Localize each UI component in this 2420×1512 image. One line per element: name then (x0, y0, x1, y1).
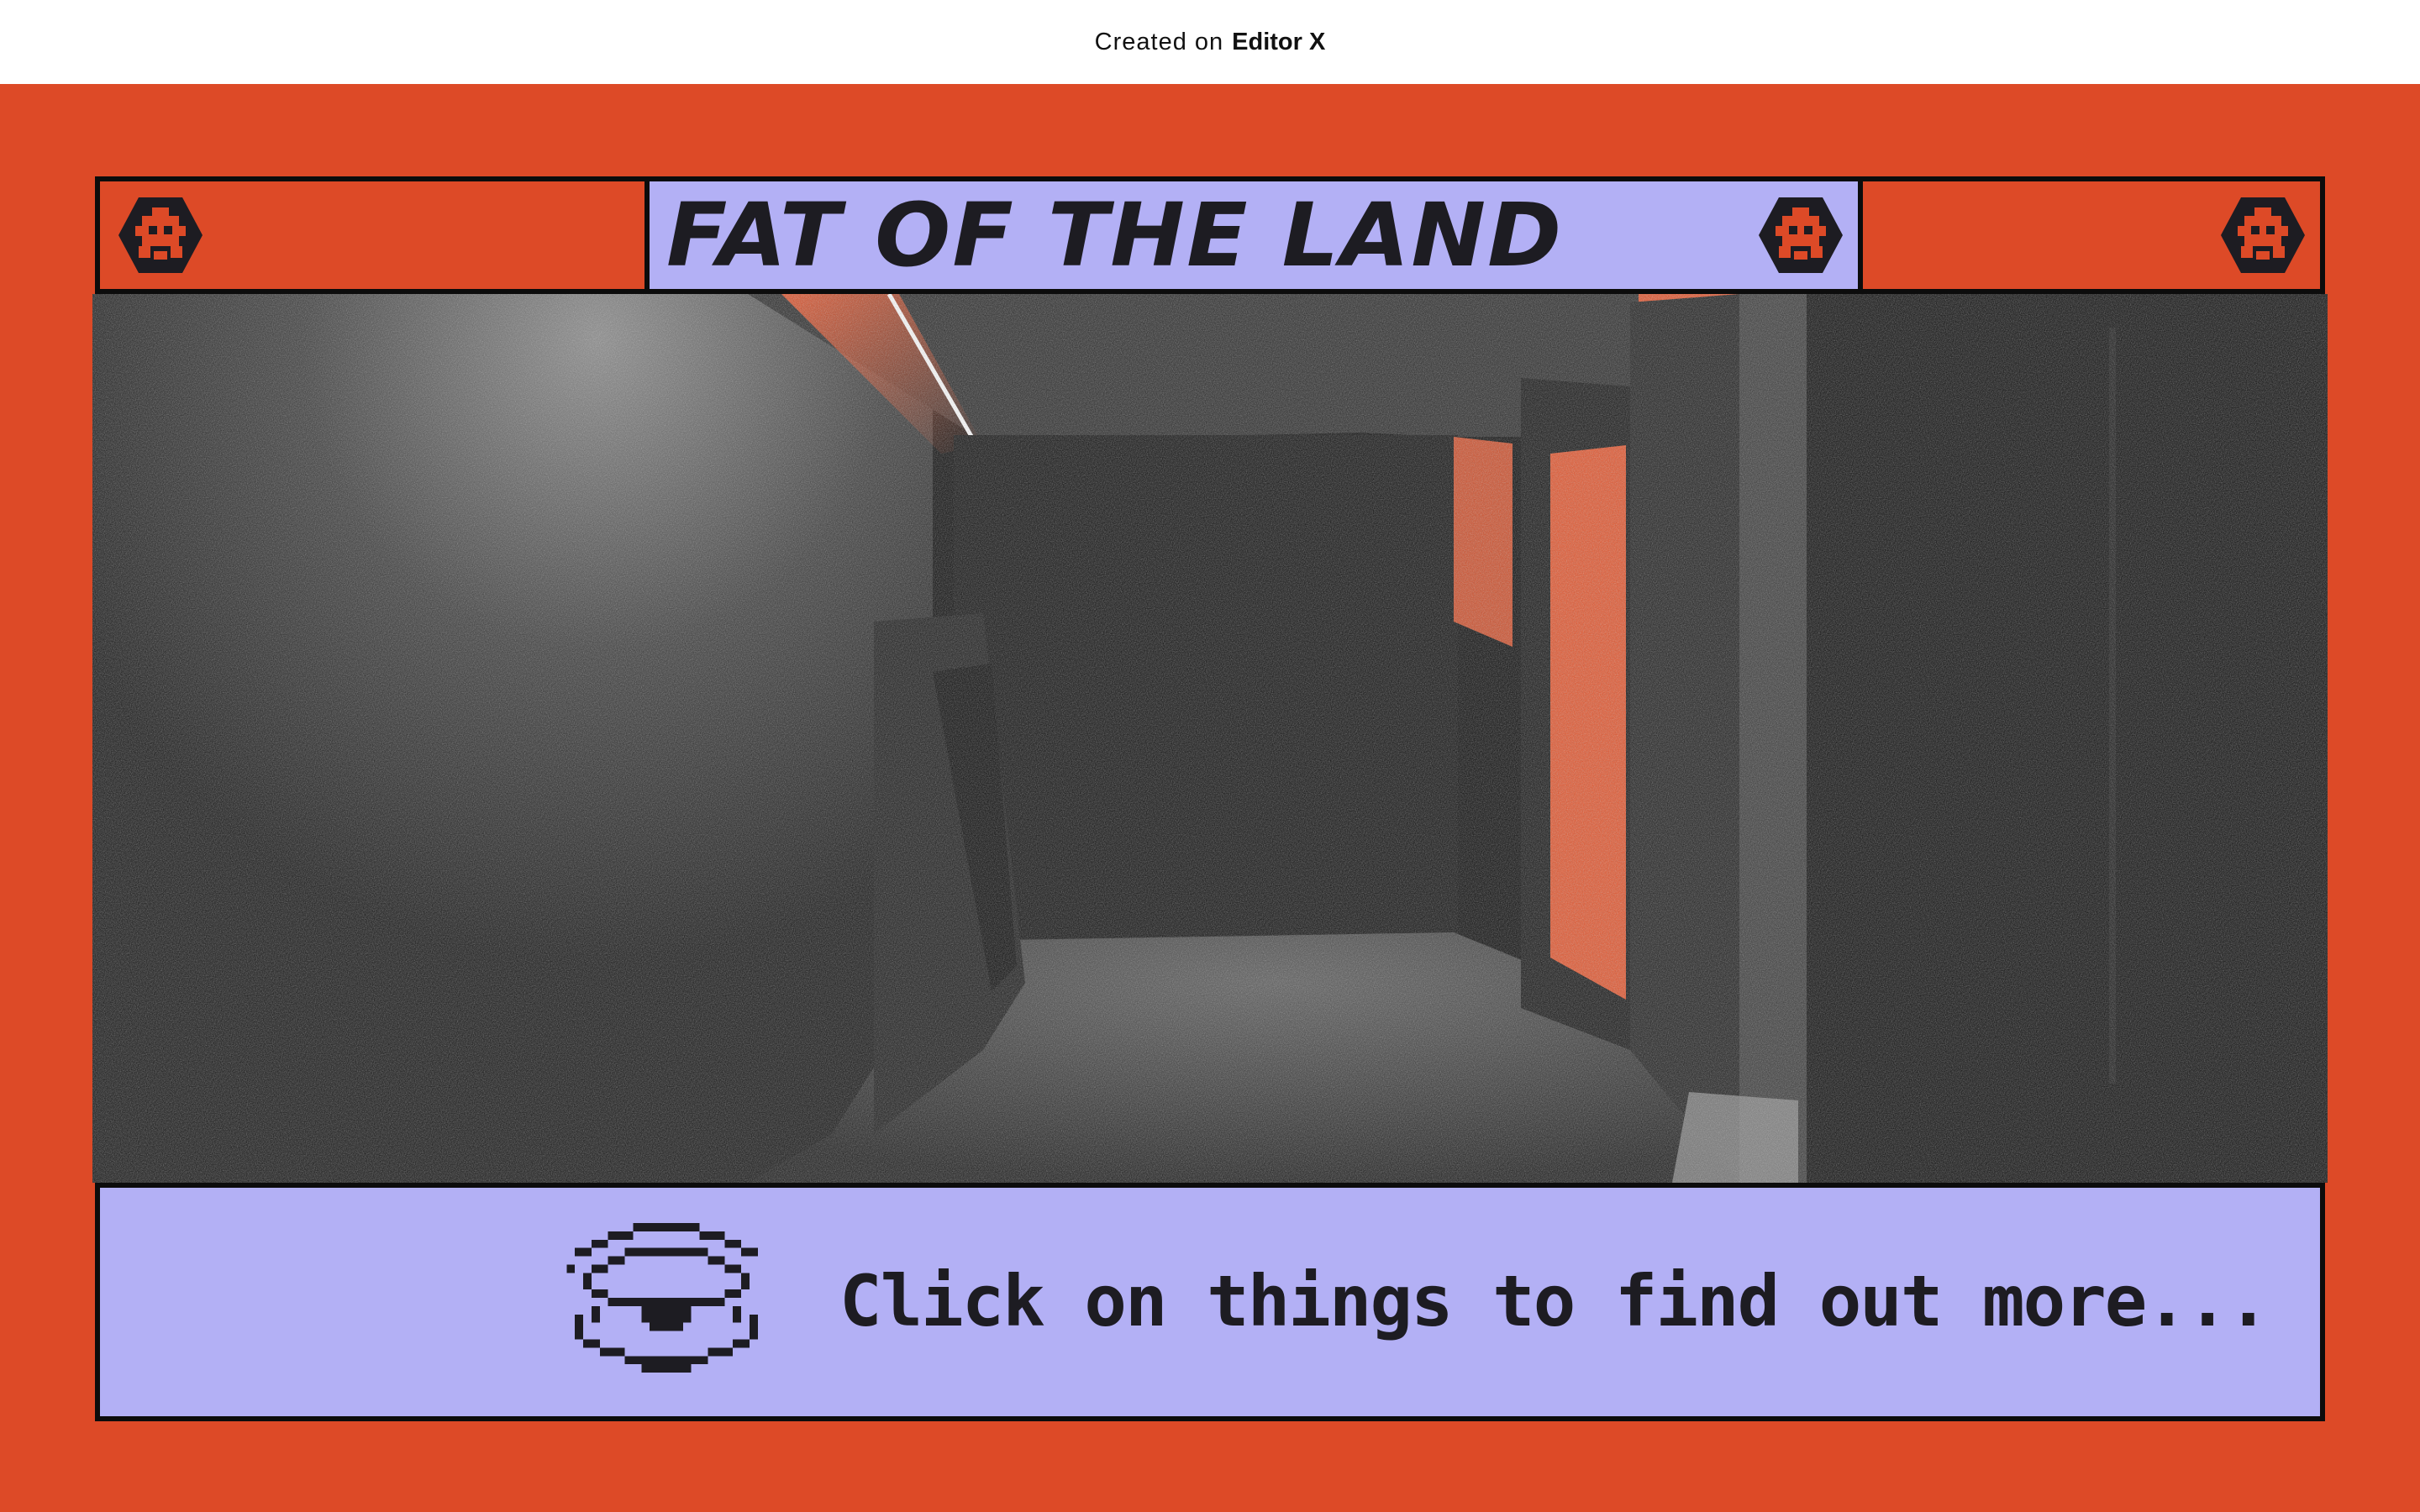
header-left-panel (95, 176, 650, 294)
header-title-panel: FAT OF THE LAND (644, 176, 1863, 294)
skull-badge-icon[interactable] (2219, 196, 2307, 275)
header-bar: FAT OF THE LAND (95, 176, 2325, 294)
site-title[interactable]: FAT OF THE LAND (666, 185, 1738, 286)
skull-badge-icon[interactable] (117, 196, 204, 275)
skull-badge-icon[interactable] (1757, 196, 1844, 275)
pixel-eye-icon (566, 1223, 767, 1381)
hint-text: Click on things to find out more... (839, 1260, 2270, 1342)
editor-x-brand-link[interactable]: Editor X (1232, 29, 1325, 56)
editor-x-banner[interactable]: Created on Editor X (0, 0, 2420, 84)
corridor-scene[interactable] (92, 294, 2328, 1183)
hint-panel: Click on things to find out more... (95, 1183, 2325, 1421)
header-right-panel (1858, 176, 2325, 294)
created-on-label: Created on (1094, 28, 1224, 55)
